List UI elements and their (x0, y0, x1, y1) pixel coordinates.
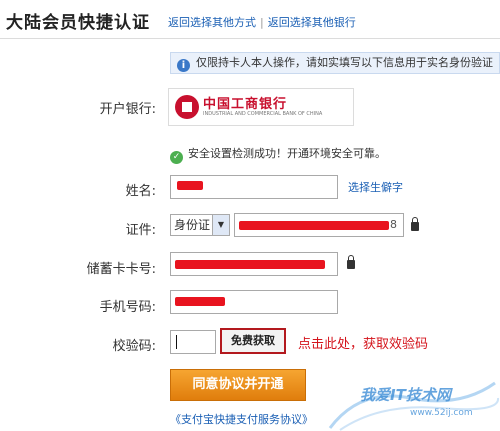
redacted-phone (175, 297, 225, 306)
agree-and-activate-button[interactable]: 同意协议并开通 (170, 369, 306, 401)
card-number-input[interactable] (170, 252, 338, 276)
get-code-button[interactable]: 免费获取 (220, 328, 286, 354)
watermark-url: www.52ij.com (410, 408, 473, 418)
id-type-value: 身份证 (174, 218, 211, 232)
text-caret (176, 335, 177, 349)
code-label: 校验码: (112, 339, 156, 354)
agreement-text: 《支付宝快捷支付服务协议》 (170, 411, 313, 427)
redacted-card-number (175, 260, 325, 269)
header-links: 返回选择其他方式 | 返回选择其他银行 (168, 14, 356, 30)
back-other-bank-link[interactable]: 返回选择其他银行 (268, 16, 356, 29)
name-input[interactable] (170, 175, 338, 199)
back-other-method-link[interactable]: 返回选择其他方式 (168, 16, 256, 29)
card-label: 储蓄卡卡号: (86, 262, 156, 277)
info-icon: i (177, 59, 190, 72)
get-code-hint: 点击此处，获取效验码 (298, 337, 429, 352)
watermark-text: 我爱IT技术网 (360, 386, 451, 404)
id-type-select[interactable]: 身份证 ▼ (170, 214, 230, 236)
link-separator: | (260, 16, 264, 29)
security-text: 安全设置检测成功！开通环境安全可靠。 (188, 147, 386, 160)
page-title: 大陆会员快捷认证 (6, 13, 150, 33)
bank-name-en: INDUSTRIAL AND COMMERCIAL BANK OF CHINA (203, 111, 323, 117)
redacted-name (177, 181, 203, 190)
bank-logo: 中国工商银行 INDUSTRIAL AND COMMERCIAL BANK OF… (168, 88, 354, 126)
watermark: 我爱IT技术网 www.52ij.com (320, 378, 500, 431)
verification-code-input[interactable] (170, 330, 216, 354)
notice-text: 仅限持卡人本人操作，请如实填写以下信息用于实名身份验证 (196, 56, 493, 69)
phone-label: 手机号码: (99, 300, 156, 315)
bank-label: 开户银行: (99, 102, 156, 117)
lock-icon (347, 255, 355, 269)
lock-icon (411, 217, 419, 231)
security-status: ✓ 安全设置检测成功！开通环境安全可靠。 (170, 145, 386, 164)
name-label: 姓名: (125, 184, 156, 199)
agreement-link[interactable]: 《支付宝快捷支付服务协议》 (170, 413, 313, 426)
id-number-input[interactable]: 8 (234, 213, 404, 237)
id-number-suffix: 8 (390, 218, 397, 231)
id-label: 证件: (125, 223, 156, 238)
phone-input[interactable] (170, 290, 338, 314)
redacted-id-number (239, 221, 389, 230)
chevron-down-icon: ▼ (212, 215, 229, 235)
rare-char-link[interactable]: 选择生僻字 (348, 179, 403, 195)
check-circle-icon: ✓ (170, 151, 183, 164)
header-divider (0, 38, 500, 39)
bank-name: 中国工商银行 (203, 97, 288, 112)
notice-bar: i 仅限持卡人本人操作，请如实填写以下信息用于实名身份验证 (170, 52, 500, 74)
icbc-logo-icon (175, 95, 199, 119)
